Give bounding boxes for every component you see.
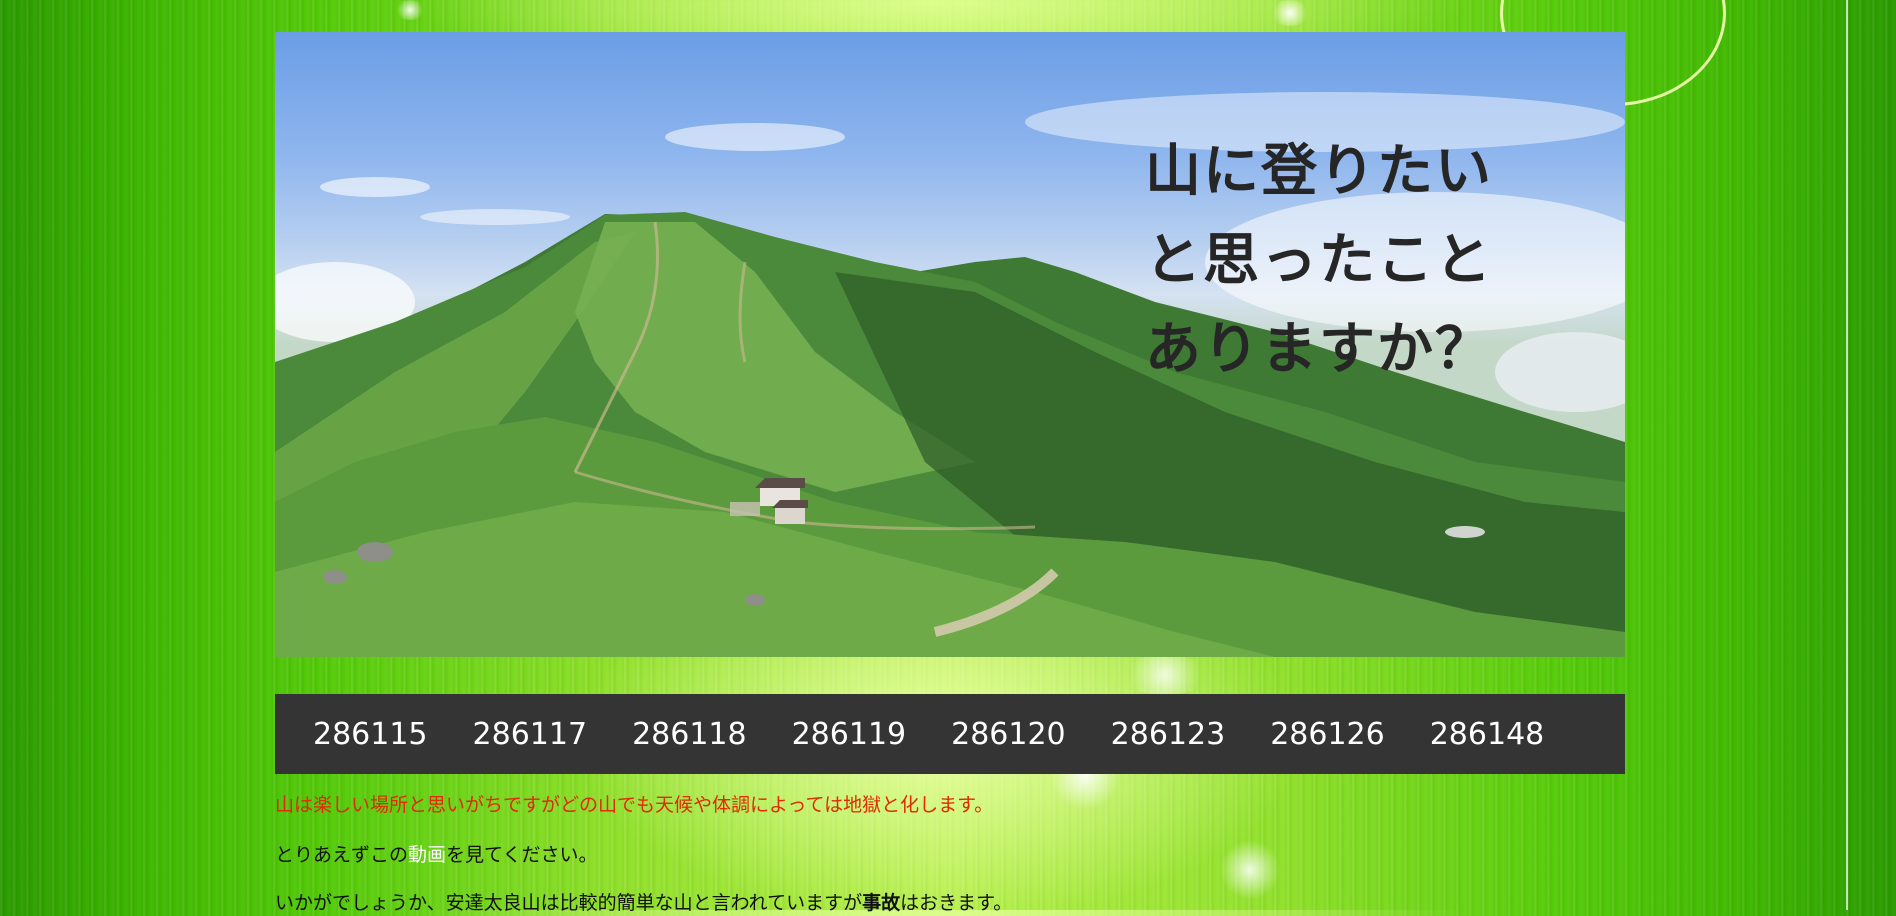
video-link[interactable]: 動画 [408, 844, 446, 866]
page-edge-line [1846, 0, 1848, 910]
hero-title-line: と思ったこと [1145, 228, 1493, 293]
hero-banner: 山に登りたい と思ったこと ありますか？ [275, 32, 1625, 657]
nav-item-286118[interactable]: 286118 [632, 717, 747, 752]
nav-item-286120[interactable]: 286120 [951, 717, 1066, 752]
accident-paragraph: いかがでしょうか、安達太良山は比較的簡単な山と言われていますが事故はおきます。 [275, 890, 1625, 916]
bokeh-light [1120, 655, 1210, 695]
hero-title-line: ありますか？ [1145, 317, 1493, 382]
main-nav-bar: 286115 286117 286118 286119 286120 28612… [275, 694, 1625, 774]
nav-item-286119[interactable]: 286119 [792, 717, 907, 752]
hero-title: 山に登りたい と思ったこと ありますか？ [1145, 127, 1585, 394]
accident-paragraph-text: いかがでしょうか、安達太良山は比較的簡単な山と言われていますが [275, 892, 863, 914]
nav-item-286123[interactable]: 286123 [1111, 717, 1226, 752]
bokeh-light [1270, 0, 1310, 26]
bokeh-light [395, 0, 425, 20]
nav-menu: 286115 286117 286118 286119 286120 28612… [275, 694, 1625, 774]
nav-item-286117[interactable]: 286117 [473, 717, 588, 752]
main-content: 山は楽しい場所と思いがちですがどの山でも天候や体調によっては地獄と化します。 と… [275, 792, 1625, 916]
hero-title-line: 山に登りたい [1145, 139, 1493, 204]
video-paragraph-text: とりあえずこの [275, 844, 409, 866]
warning-text: 山は楽しい場所と思いがちですがどの山でも天候や体調によっては地獄と化します。 [275, 794, 994, 816]
nav-item-286115[interactable]: 286115 [313, 717, 428, 752]
accident-paragraph-text: はおきます。 [900, 892, 1013, 914]
nav-item-286126[interactable]: 286126 [1270, 717, 1385, 752]
accident-emphasis: 事故 [862, 892, 901, 914]
video-paragraph-text: を見てください。 [446, 844, 598, 866]
video-paragraph: とりあえずこの動画を見てください。 [275, 842, 1625, 868]
nav-item-286148[interactable]: 286148 [1430, 717, 1545, 752]
